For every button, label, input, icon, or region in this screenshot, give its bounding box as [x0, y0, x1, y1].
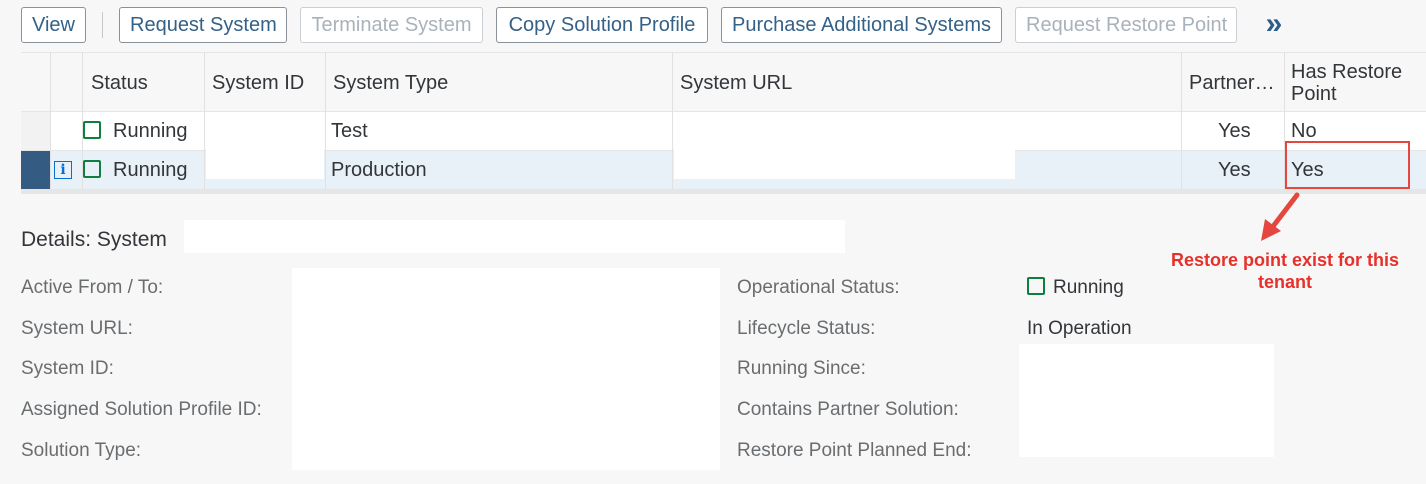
status-running-icon [83, 160, 101, 178]
status-running-icon [83, 121, 101, 139]
column-header-partner[interactable]: Partner… [1181, 53, 1284, 113]
label-active-from-to: Active From / To: [21, 277, 164, 298]
purchase-additional-systems-button[interactable]: Purchase Additional Systems [721, 7, 1002, 43]
label-system-url: System URL: [21, 318, 133, 339]
redacted-system-url [674, 113, 1015, 179]
system-type-cell: Production [331, 159, 427, 181]
request-restore-point-button[interactable]: Request Restore Point [1015, 7, 1237, 43]
label-running-since: Running Since: [737, 358, 866, 379]
partner-cell: Yes [1218, 120, 1251, 142]
overflow-chevron-icon[interactable]: » [1259, 8, 1289, 42]
view-button[interactable]: View [21, 7, 86, 43]
terminate-system-button[interactable]: Terminate System [300, 7, 483, 43]
request-system-button[interactable]: Request System [119, 7, 287, 43]
annotation-text: Restore point exist for this tenant [1170, 250, 1400, 292]
label-contains-partner-solution: Contains Partner Solution: [737, 399, 959, 420]
system-type-cell: Test [331, 120, 368, 142]
label-lifecycle-status: Lifecycle Status: [737, 318, 876, 339]
column-header-system-id[interactable]: System ID [204, 53, 325, 113]
annotation-arrow-icon [1261, 192, 1300, 241]
operational-status-value: Running [1027, 277, 1124, 299]
toolbar-separator [102, 12, 103, 38]
column-header-system-url[interactable]: System URL [672, 53, 1181, 113]
redacted-right-values [1019, 344, 1274, 457]
row-selector-selected[interactable] [21, 151, 50, 189]
horizontal-scrollbar[interactable] [21, 190, 1426, 194]
status-running-icon [1027, 277, 1045, 295]
status-text: Running [113, 120, 188, 142]
redacted-system-id [206, 113, 324, 179]
status-cell: Running [83, 151, 188, 189]
label-solution-type: Solution Type: [21, 440, 142, 461]
label-operational-status: Operational Status: [737, 277, 900, 298]
column-header-has-restore-point[interactable]: Has Restore Point [1284, 53, 1426, 113]
partner-cell: Yes [1218, 159, 1251, 181]
column-header-status[interactable]: Status [83, 53, 204, 113]
label-assigned-solution-profile-id: Assigned Solution Profile ID: [21, 399, 262, 420]
redacted-system-name [184, 220, 845, 253]
table-header: Status System ID System Type System URL … [21, 52, 1426, 112]
status-text: Running [113, 159, 188, 181]
row-selector[interactable] [21, 112, 50, 150]
label-system-id: System ID: [21, 358, 114, 379]
toolbar: View Request System Terminate System Cop… [0, 0, 1426, 52]
redacted-details-values [292, 268, 720, 470]
status-cell: Running [83, 112, 188, 150]
column-header-system-type[interactable]: System Type [325, 53, 672, 113]
copy-solution-profile-button[interactable]: Copy Solution Profile [496, 7, 708, 43]
label-restore-point-planned-end: Restore Point Planned End: [737, 440, 972, 461]
info-icon[interactable]: i [54, 161, 72, 179]
annotation-highlight-box [1285, 141, 1410, 189]
details-title: Details: System [21, 228, 167, 251]
systems-table: Status System ID System Type System URL … [21, 52, 1426, 194]
lifecycle-status-value: In Operation [1027, 318, 1132, 339]
